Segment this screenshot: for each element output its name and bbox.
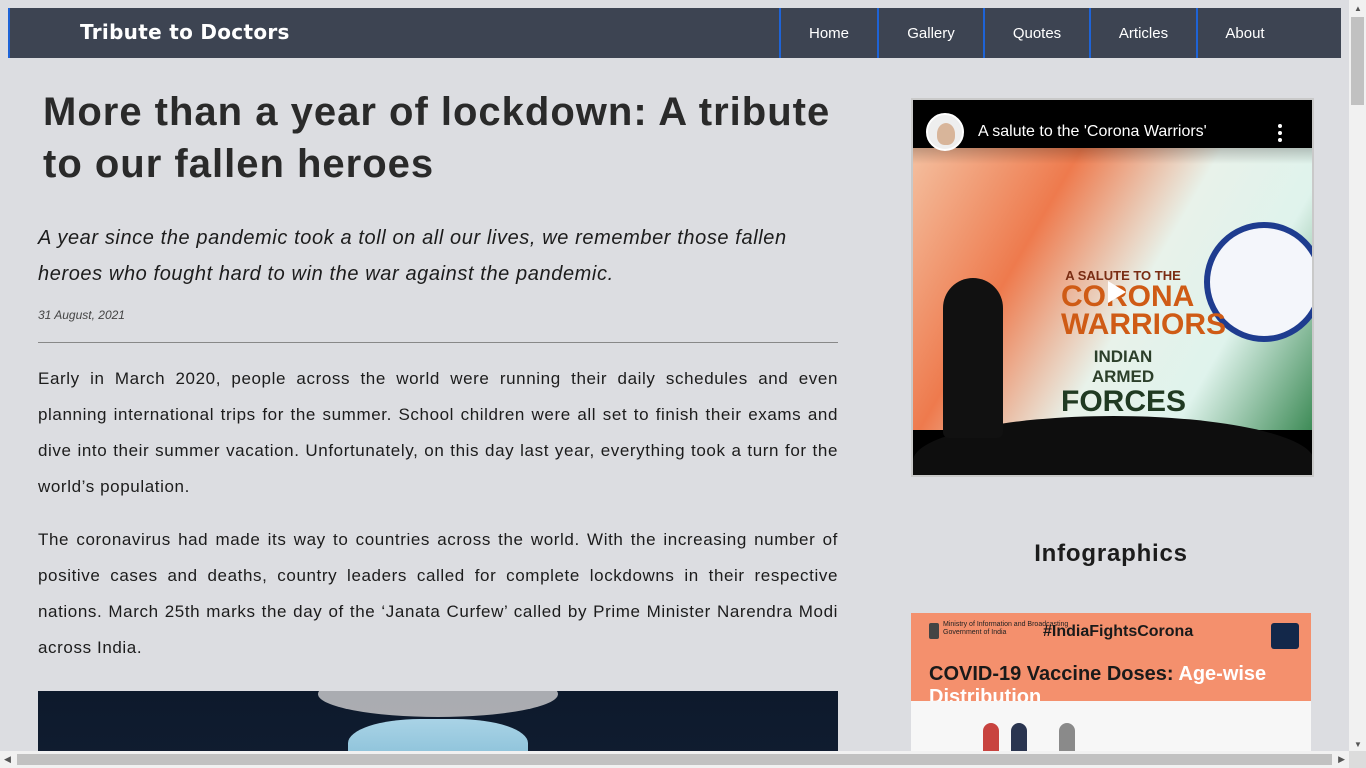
national-emblem-icon xyxy=(929,623,939,639)
infographic-illustration xyxy=(911,701,1311,753)
scroll-down-icon[interactable]: ▼ xyxy=(1354,740,1362,749)
person-figure xyxy=(1059,723,1075,753)
infographic-hashtag: #IndiaFightsCorona xyxy=(1043,623,1194,640)
scroll-right-icon[interactable]: ▶ xyxy=(1338,754,1345,765)
infographic-headline-band: COVID-19 Vaccine Doses: Age-wise Distrib… xyxy=(911,653,1311,708)
embedded-video[interactable]: A SALUTE TO THE CORONA WARRIORS INDIAN A… xyxy=(911,98,1314,477)
channel-avatar[interactable] xyxy=(926,113,964,151)
thumbnail-line: FORCES xyxy=(1061,385,1187,418)
nav-link-articles[interactable]: Articles xyxy=(1089,8,1196,58)
horizontal-scroll-thumb[interactable] xyxy=(17,754,1332,765)
scroll-left-icon[interactable]: ◀ xyxy=(4,754,11,765)
article-title: More than a year of lockdown: A tribute … xyxy=(43,90,831,186)
infographic-header: Ministry of Information and Broadcasting… xyxy=(911,613,1311,653)
headline-text: COVID-19 Vaccine Doses: xyxy=(929,663,1179,685)
infographic-image[interactable]: Ministry of Information and Broadcasting… xyxy=(911,613,1311,753)
scrollbar-corner xyxy=(1349,751,1366,768)
person-figure xyxy=(1011,723,1027,753)
top-navbar: Tribute to Doctors Home Gallery Quotes A… xyxy=(8,8,1341,58)
article-date: 31 August, 2021 xyxy=(38,308,125,322)
more-vertical-icon[interactable] xyxy=(1278,124,1282,145)
thumbnail-line: INDIAN ARMED xyxy=(1091,347,1155,386)
nav-link-gallery[interactable]: Gallery xyxy=(877,8,983,58)
play-icon[interactable] xyxy=(1094,272,1134,312)
nav-link-quotes[interactable]: Quotes xyxy=(983,8,1089,58)
article-paragraph: Early in March 2020, people across the w… xyxy=(38,369,838,496)
article-divider xyxy=(38,342,838,343)
person-figure xyxy=(983,723,999,753)
horizontal-scrollbar[interactable]: ◀ ▶ xyxy=(0,751,1349,768)
site-brand[interactable]: Tribute to Doctors xyxy=(80,20,290,44)
nav-link-about[interactable]: About xyxy=(1196,8,1292,58)
video-title[interactable]: A salute to the 'Corona Warriors' xyxy=(978,123,1207,141)
thumbnail-line: WARRIORS xyxy=(1061,308,1226,341)
video-title-bar: A salute to the 'Corona Warriors' xyxy=(913,100,1312,164)
article-paragraph: The coronavirus had made its way to coun… xyxy=(38,530,838,657)
new-media-wing-logo xyxy=(1271,623,1299,649)
nav-link-home[interactable]: Home xyxy=(779,8,877,58)
vertical-scrollbar[interactable]: ▲ ▼ xyxy=(1349,0,1366,751)
scroll-up-icon[interactable]: ▲ xyxy=(1354,4,1362,13)
article: More than a year of lockdown: A tribute … xyxy=(38,86,838,761)
infographics-heading: Infographics xyxy=(1034,540,1188,567)
soldier-silhouette xyxy=(943,278,1003,438)
image-hair-shape xyxy=(318,691,558,717)
article-subtitle: A year since the pandemic took a toll on… xyxy=(38,227,787,285)
nav-links: Home Gallery Quotes Articles About xyxy=(779,8,1292,58)
vertical-scroll-thumb[interactable] xyxy=(1351,17,1364,105)
